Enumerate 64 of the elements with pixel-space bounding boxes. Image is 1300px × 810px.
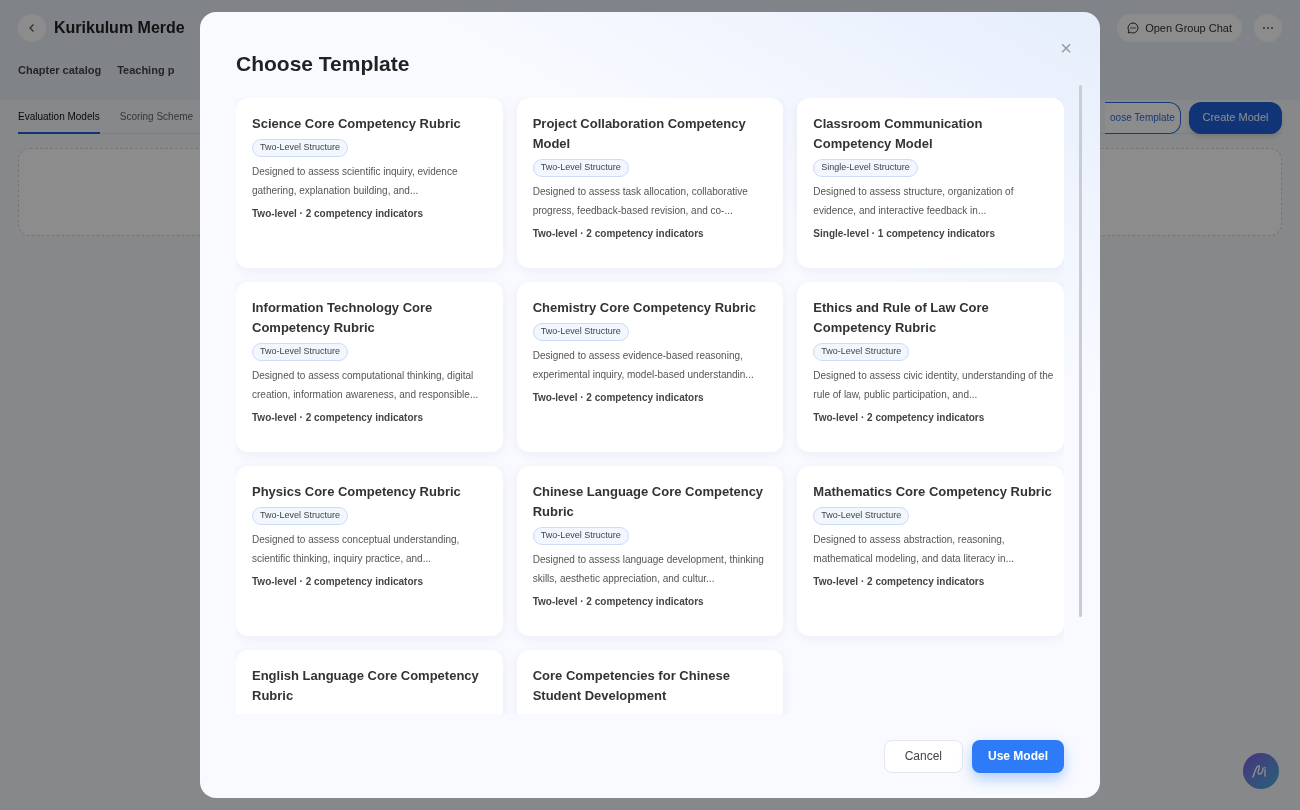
template-description: Designed to assess evidence-based reasoning, experimental inquiry, model-based understandin...: [532, 349, 755, 382]
template-description: Designed to assess civic identity, understanding of the rule of law, public participation, and...: [813, 369, 1054, 402]
structure-tag: Two-Level Structure: [252, 343, 349, 361]
structure-tag: Two-Level Structure: [532, 323, 629, 341]
template-meta: Two-level · 2 competency indicators: [532, 227, 704, 241]
template-meta: Two-level · 2 competency indicators: [532, 391, 704, 405]
back-button[interactable]: [18, 14, 46, 42]
structure-tag: Two-Level Structure: [532, 159, 629, 177]
template-card[interactable]: Science Core Competency Rubric Two-Level Structure Designed to assess scientific inquiry, evidence gathering, explanation building, and... Two-level · 2 competency indicators: [236, 98, 503, 268]
template-description: Designed to assess conceptual understanding, scientific thinking, inquiry practice, and...: [252, 533, 461, 566]
template-title: English Language Core Competency Rubric: [252, 667, 480, 705]
chat-icon: [1127, 22, 1140, 34]
template-card[interactable]: English Language Core Competency Rubric: [236, 650, 503, 714]
structure-tag: Two-Level Structure: [252, 507, 349, 525]
template-card[interactable]: Chinese Language Core Competency Rubric Two-Level Structure Designed to assess language development, thinking skills, aesthetic appreciation, and cultur... Two-level · 2 competency indicators: [516, 466, 784, 636]
template-card[interactable]: Classroom Communication Competency Model Single-Level Structure Designed to assess structure, organization of evidence, and interactive feedback in... Single-level · 1 competency indicators: [797, 98, 1064, 268]
template-meta: Single-level · 1 competency indicators: [813, 227, 996, 241]
template-title: Mathematics Core Competency Rubric: [813, 483, 1052, 501]
template-description: Designed to assess scientific inquiry, evidence gathering, explanation building, and...: [252, 165, 459, 198]
template-title: Chinese Language Core Competency Rubric: [532, 483, 765, 521]
template-title: Classroom Communication Competency Model: [813, 115, 984, 153]
structure-tag: Two-Level Structure: [813, 343, 910, 361]
group-chat-button[interactable]: Open Group Chat: [1117, 14, 1242, 42]
template-title: Ethics and Rule of Law Core Competency Rubric: [813, 299, 990, 337]
template-title: Physics Core Competency Rubric: [252, 483, 461, 501]
template-title: Core Competencies for Chinese Student Development: [532, 667, 731, 705]
action-button[interactable]: Create Model: [1189, 101, 1282, 134]
template-card[interactable]: Ethics and Rule of Law Core Competency Rubric Two-Level Structure Designed to assess civic identity, understanding of the rule of law, public participation, and... Two-level · 2 competency indicators: [797, 282, 1064, 452]
template-meta: Two-level · 2 competency indicators: [252, 411, 423, 425]
template-meta: Two-level · 2 competency indicators: [252, 575, 423, 589]
structure-tag: Single-Level Structure: [813, 159, 918, 177]
template-meta: Two-level · 2 competency indicators: [532, 595, 704, 609]
back-icon: [27, 23, 37, 33]
template-title: Information Technology Core Competency Rubric: [252, 299, 434, 337]
structure-tag: Two-Level Structure: [532, 527, 629, 545]
page-tab[interactable]: Chapter catalog: [18, 62, 102, 79]
template-card[interactable]: Physics Core Competency Rubric Two-Level Structure Designed to assess conceptual understanding, scientific thinking, inquiry practice, and... Two-level · 2 competency indicators: [236, 466, 503, 636]
template-meta: Two-level · 2 competency indicators: [813, 575, 985, 589]
section-tab[interactable]: Scoring Scheme: [119, 101, 194, 134]
template-meta: Two-level · 2 competency indicators: [813, 411, 985, 425]
template-card[interactable]: Mathematics Core Competency Rubric Two-Level Structure Designed to assess abstraction, reasoning, mathematical modeling, and data literacy in... Two-level · 2 competency indicators: [797, 466, 1064, 636]
template-title: Project Collaboration Competency Model: [532, 115, 747, 153]
structure-tag: Two-Level Structure: [252, 139, 349, 157]
template-meta: Two-level · 2 competency indicators: [252, 207, 423, 221]
template-description: Designed to assess structure, organization of evidence, and interactive feedback in...: [813, 185, 1015, 218]
dialog-button[interactable]: Cancel: [883, 739, 963, 773]
template-title: Chemistry Core Competency Rubric: [532, 299, 756, 317]
more-button[interactable]: ⋯: [1254, 14, 1282, 42]
structure-tag: Two-Level Structure: [813, 507, 910, 525]
template-description: Designed to assess abstraction, reasoning, mathematical modeling, and data literacy in...: [813, 533, 1015, 566]
page-tab[interactable]: Teaching p: [117, 62, 175, 79]
template-card[interactable]: Project Collaboration Competency Model Two-Level Structure Designed to assess task allocation, collaborative progress, feedback-based revision, and co-... Two-level · 2 competency indicators: [516, 98, 784, 268]
template-description: Designed to assess language development, thinking skills, aesthetic appreciation, and cultur...: [532, 553, 765, 586]
template-card[interactable]: Core Competencies for Chinese Student Development: [516, 650, 784, 714]
page-title: Kurikulum Merde: [54, 18, 185, 38]
section-tab[interactable]: Evaluation Models: [18, 101, 100, 134]
dialog-title: Choose Template: [236, 51, 410, 77]
template-title: Science Core Competency Rubric: [252, 115, 461, 133]
template-description: Designed to assess task allocation, collaborative progress, feedback-based revision, and co-...: [532, 185, 749, 218]
template-description: Designed to assess computational thinking, digital creation, information awareness, and responsible...: [252, 369, 480, 402]
template-card[interactable]: [236, 282, 503, 452]
dialog-button[interactable]: Use Model: [972, 739, 1064, 773]
scrollbar[interactable]: [1079, 85, 1082, 617]
template-card[interactable]: Chemistry Core Competency Rubric Two-Level Structure Designed to assess evidence-based reasoning, experimental inquiry, model-based understandin... Two-level · 2 competency indicators: [516, 282, 784, 452]
